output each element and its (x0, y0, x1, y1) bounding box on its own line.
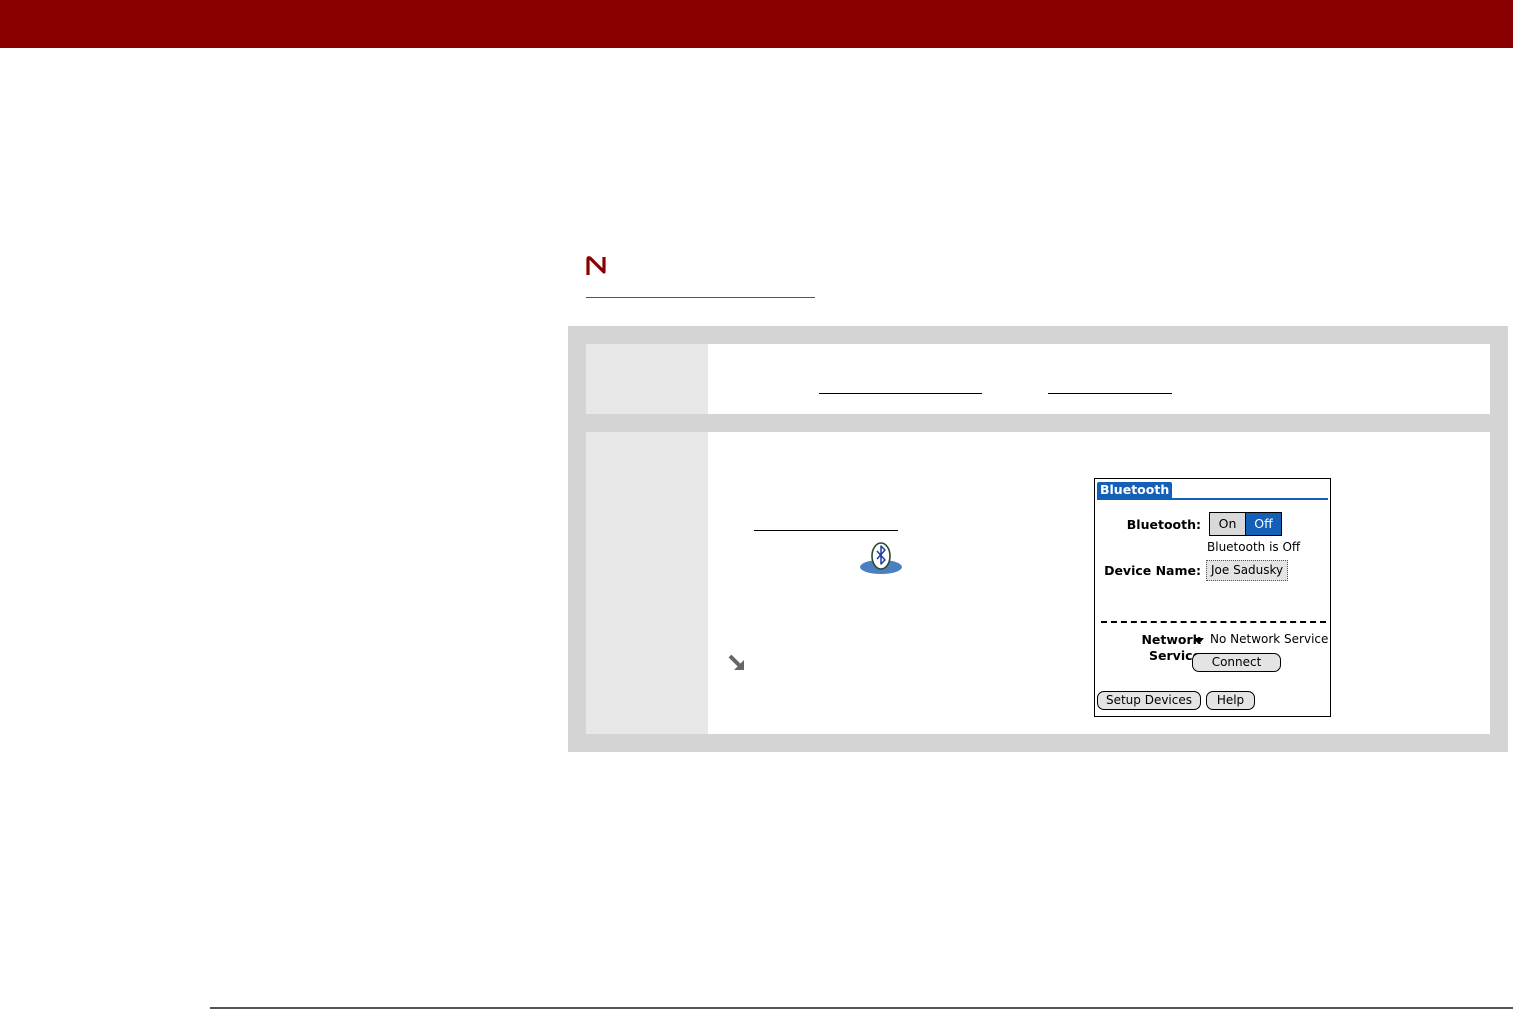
step-link-1[interactable] (819, 393, 982, 394)
steps-panel: Bluetooth Bluetooth: On Off Bluetooth is… (568, 326, 1508, 752)
step-number-cell (586, 344, 708, 414)
header-bar (0, 0, 1513, 48)
separator (1101, 621, 1326, 623)
title-underline (1097, 498, 1328, 500)
step-content (708, 344, 1490, 414)
note-icon (586, 256, 606, 275)
network-label: Network (1141, 632, 1201, 647)
tip-arrow-icon (728, 654, 744, 670)
bluetooth-status: Bluetooth is Off (1207, 540, 1301, 554)
step-row-2: Bluetooth Bluetooth: On Off Bluetooth is… (586, 432, 1490, 734)
step-link-2[interactable] (1048, 393, 1172, 394)
dropdown-arrow-icon[interactable] (1194, 638, 1204, 644)
service-label: Service (1149, 648, 1201, 663)
help-button[interactable]: Help (1206, 691, 1255, 710)
bluetooth-label: Bluetooth: (1126, 517, 1201, 532)
bluetooth-on-button[interactable]: On (1210, 513, 1246, 535)
bluetooth-app-icon[interactable] (858, 541, 904, 575)
network-service-value[interactable]: No Network Service (1210, 632, 1328, 646)
device-name-field[interactable]: Joe Sadusky (1206, 560, 1289, 581)
setup-devices-button[interactable]: Setup Devices (1097, 691, 1201, 710)
connect-button[interactable]: Connect (1192, 653, 1281, 672)
step-number-cell (586, 432, 708, 734)
bluetooth-off-button[interactable]: Off (1246, 513, 1281, 535)
step-row-1 (586, 344, 1490, 414)
bluetooth-screen: Bluetooth Bluetooth: On Off Bluetooth is… (1094, 478, 1331, 717)
bluetooth-toggle[interactable]: On Off (1209, 512, 1282, 536)
bluetooth-tab-title: Bluetooth (1097, 482, 1173, 498)
step-link-3[interactable] (754, 530, 898, 531)
device-name-label: Device Name: (1104, 563, 1201, 578)
footer-rule (210, 1007, 1513, 1009)
note-link-underline[interactable] (586, 297, 815, 298)
step-content: Bluetooth Bluetooth: On Off Bluetooth is… (708, 432, 1490, 734)
